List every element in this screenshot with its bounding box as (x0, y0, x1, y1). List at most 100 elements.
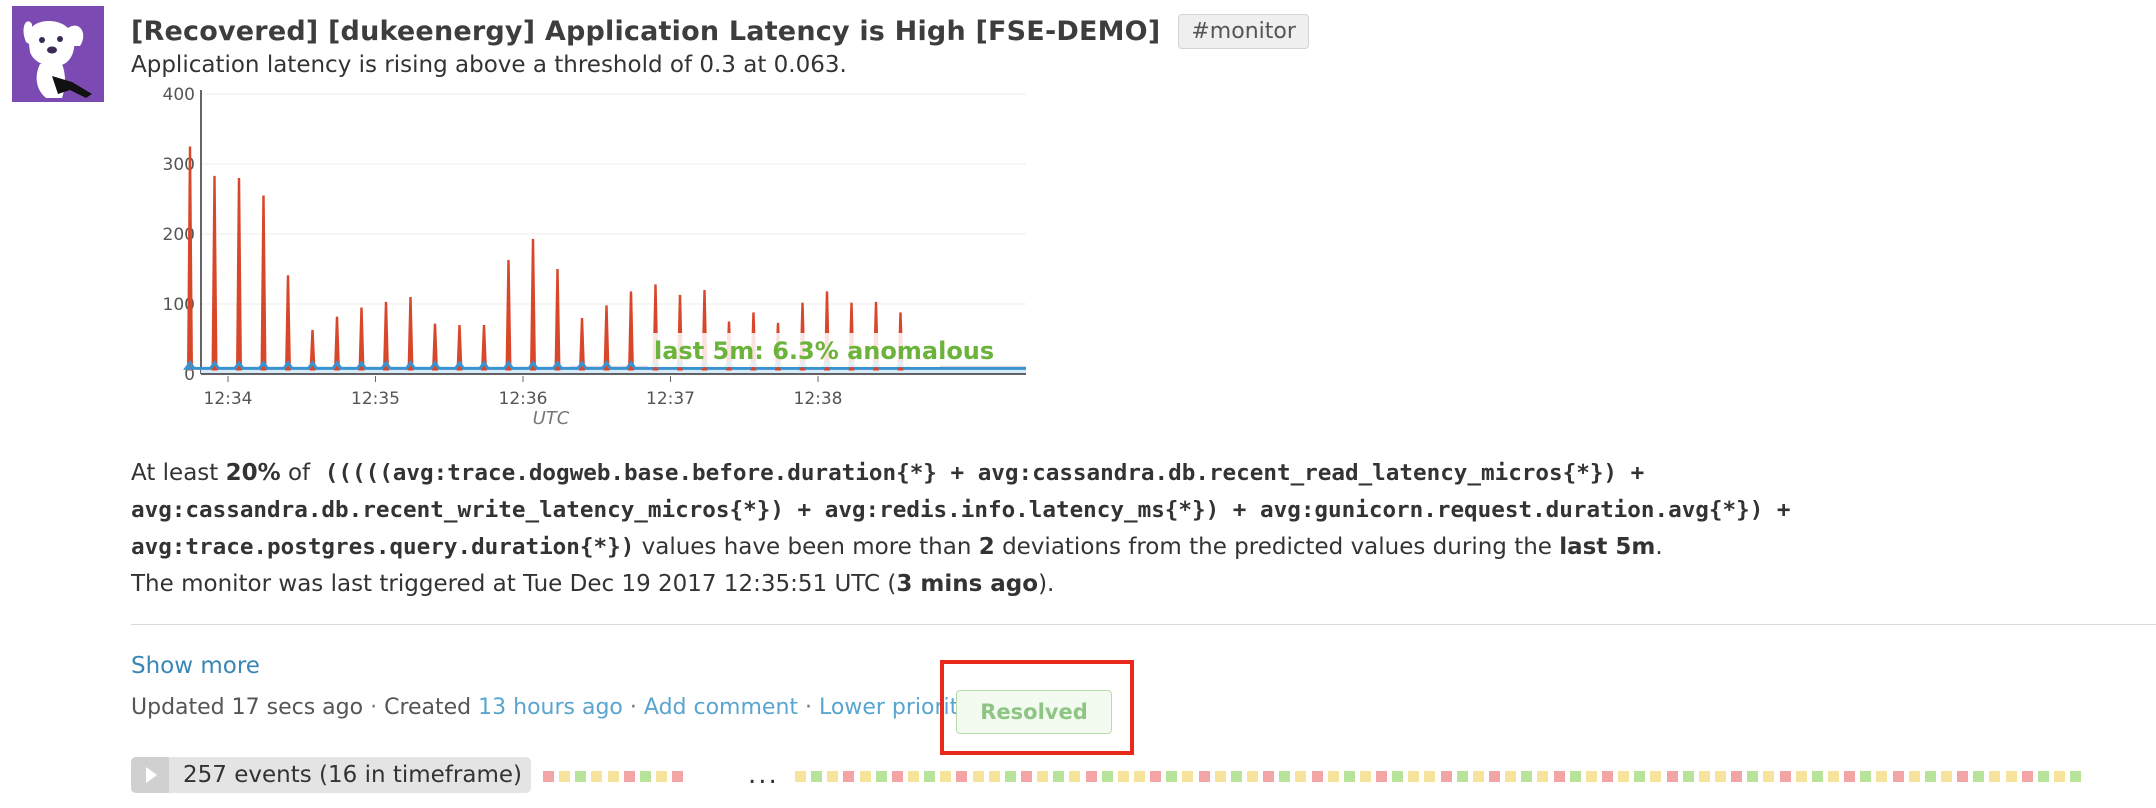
event-marker[interactable] (639, 771, 651, 782)
event-marker[interactable] (1456, 771, 1468, 782)
event-marker[interactable] (1327, 771, 1339, 782)
event-marker[interactable] (1198, 771, 1210, 782)
event-marker[interactable] (1489, 771, 1501, 782)
event-marker[interactable] (1602, 771, 1614, 782)
event-marker[interactable] (1279, 771, 1291, 782)
event-marker[interactable] (1505, 771, 1517, 782)
event-marker[interactable] (559, 771, 571, 782)
event-marker[interactable] (972, 771, 984, 782)
event-marker[interactable] (956, 771, 968, 782)
anomaly-annotation: last 5m: 6.3% anomalous (654, 337, 994, 365)
event-marker[interactable] (1811, 771, 1823, 782)
event-marker[interactable] (1763, 771, 1775, 782)
event-marker[interactable] (2005, 771, 2017, 782)
event-marker[interactable] (543, 771, 554, 782)
event-marker[interactable] (875, 771, 887, 782)
event-marker[interactable] (1989, 771, 2001, 782)
show-more-link[interactable]: Show more (131, 653, 260, 679)
event-marker[interactable] (1101, 771, 1113, 782)
event-marker[interactable] (1795, 771, 1807, 782)
add-comment-link[interactable]: Add comment (644, 695, 798, 720)
event-marker[interactable] (1844, 771, 1856, 782)
event-marker[interactable] (1585, 771, 1597, 782)
desc-end: . (1655, 534, 1663, 560)
event-marker[interactable] (1117, 771, 1129, 782)
events-toggle[interactable]: 257 events (16 in timeframe) (131, 757, 531, 793)
event-marker[interactable] (1521, 771, 1533, 782)
event-marker[interactable] (1553, 771, 1565, 782)
event-marker[interactable] (2021, 771, 2033, 782)
event-marker[interactable] (1214, 771, 1226, 782)
event-marker[interactable] (1908, 771, 1920, 782)
event-marker[interactable] (1085, 771, 1097, 782)
event-marker[interactable] (1246, 771, 1258, 782)
event-marker[interactable] (1924, 771, 1936, 782)
event-marker[interactable] (1166, 771, 1178, 782)
event-marker[interactable] (1860, 771, 1872, 782)
event-marker[interactable] (1069, 771, 1081, 782)
event-marker[interactable] (1295, 771, 1307, 782)
event-marker[interactable] (1973, 771, 1985, 782)
event-marker[interactable] (1892, 771, 1904, 782)
created-time-link[interactable]: 13 hours ago (478, 695, 623, 720)
event-marker[interactable] (1343, 771, 1355, 782)
event-marker[interactable] (1392, 771, 1404, 782)
event-marker[interactable] (1940, 771, 1952, 782)
event-marker[interactable] (1779, 771, 1791, 782)
event-marker[interactable] (1359, 771, 1371, 782)
event-marker[interactable] (1472, 771, 1484, 782)
event-marker[interactable] (1440, 771, 1452, 782)
event-marker[interactable] (2053, 771, 2065, 782)
event-marker[interactable] (1618, 771, 1630, 782)
event-marker[interactable] (575, 771, 587, 782)
event-marker[interactable] (591, 771, 603, 782)
event-marker[interactable] (1376, 771, 1388, 782)
event-marker[interactable] (1876, 771, 1888, 782)
event-marker[interactable] (1650, 771, 1662, 782)
event-marker[interactable] (1666, 771, 1678, 782)
event-marker[interactable] (1957, 771, 1969, 782)
event-marker[interactable] (1133, 771, 1145, 782)
event-marker[interactable] (1634, 771, 1646, 782)
event-marker[interactable] (795, 771, 806, 782)
meta-row: Updated 17 secs ago · Created 13 hours a… (131, 695, 971, 720)
event-marker[interactable] (623, 771, 635, 782)
event-marker[interactable] (1569, 771, 1581, 782)
event-marker[interactable] (655, 771, 667, 782)
event-marker[interactable] (843, 771, 855, 782)
event-marker[interactable] (924, 771, 936, 782)
event-marker[interactable] (1053, 771, 1065, 782)
event-marker[interactable] (827, 771, 839, 782)
event-marker[interactable] (1230, 771, 1242, 782)
event-marker[interactable] (1182, 771, 1194, 782)
event-marker[interactable] (940, 771, 952, 782)
event-marker[interactable] (1311, 771, 1323, 782)
event-marker[interactable] (672, 771, 684, 782)
monitor-tag[interactable]: #monitor (1178, 13, 1309, 49)
event-marker[interactable] (811, 771, 823, 782)
desc-percent: 20% (225, 460, 281, 486)
event-marker[interactable] (1150, 771, 1162, 782)
event-marker[interactable] (1698, 771, 1710, 782)
event-marker[interactable] (988, 771, 1000, 782)
event-marker[interactable] (1747, 771, 1759, 782)
event-marker[interactable] (2037, 771, 2049, 782)
event-marker[interactable] (1682, 771, 1694, 782)
event-marker[interactable] (607, 771, 619, 782)
event-marker[interactable] (1020, 771, 1032, 782)
event-marker[interactable] (1037, 771, 1049, 782)
event-marker[interactable] (907, 771, 919, 782)
event-marker[interactable] (2070, 771, 2082, 782)
event-marker[interactable] (1263, 771, 1275, 782)
resolved-button[interactable]: Resolved (956, 690, 1112, 734)
event-marker[interactable] (891, 771, 903, 782)
event-marker[interactable] (1537, 771, 1549, 782)
event-marker[interactable] (1731, 771, 1743, 782)
event-marker[interactable] (1408, 771, 1420, 782)
alert-title[interactable]: [Recovered] [dukeenergy] Application Lat… (131, 16, 1160, 47)
event-marker[interactable] (1715, 771, 1727, 782)
event-marker[interactable] (1004, 771, 1016, 782)
event-marker[interactable] (1828, 771, 1839, 782)
event-marker[interactable] (1424, 771, 1436, 782)
event-marker[interactable] (859, 771, 871, 782)
